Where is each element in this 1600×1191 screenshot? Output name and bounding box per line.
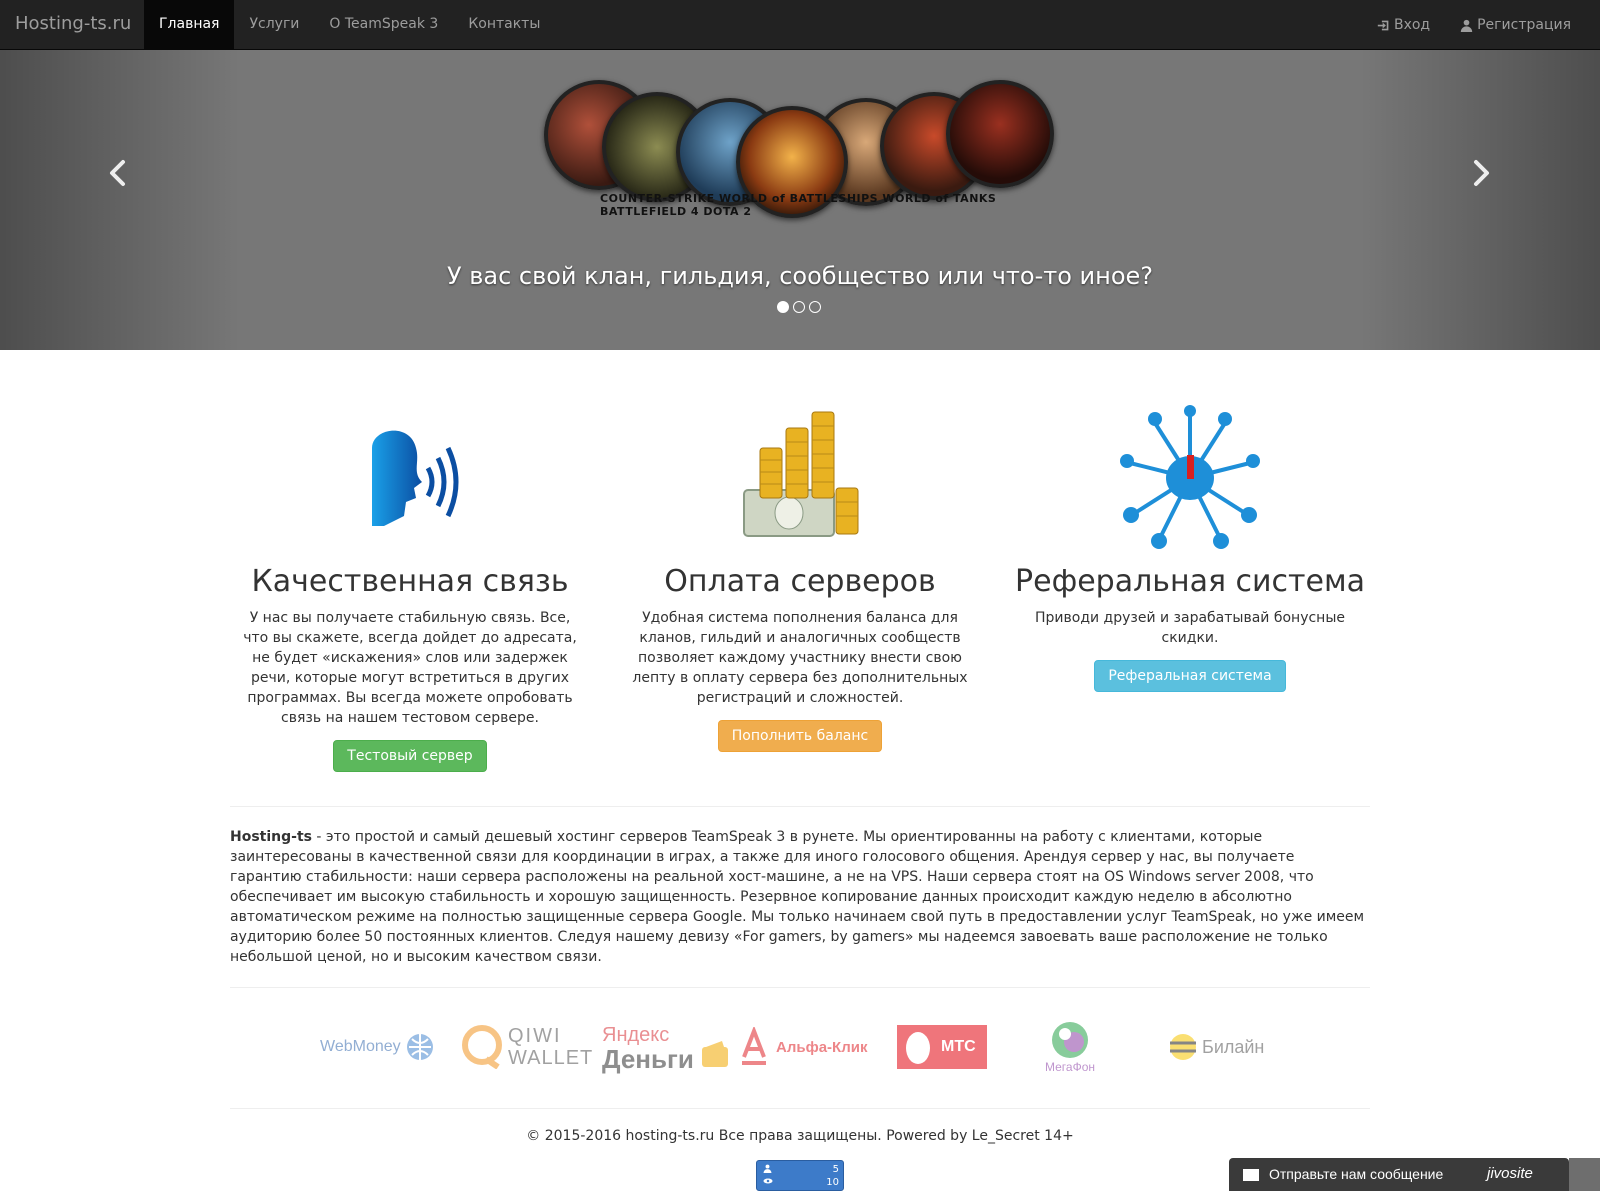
megafon-logo-icon (1052, 1022, 1088, 1058)
hero-carousel: COUNTER-STRIKE WORLD of BATTLESHIPS WORL… (0, 50, 1600, 350)
feature-text: У нас вы получаете стабильную связь. Все… (243, 610, 577, 726)
nav-item-about-teamspeak[interactable]: О TeamSpeak 3 (314, 0, 453, 50)
nav-item-home[interactable]: Главная (144, 0, 235, 50)
coins-money-icon (743, 411, 859, 537)
referral-system-button[interactable]: Реферальная система (1094, 660, 1286, 692)
top-up-balance-button[interactable]: Пополнить баланс (717, 720, 883, 752)
alfa-click-label: Альфа-Клик (776, 1038, 868, 1056)
games-strip-label: COUNTER-STRIKE WORLD of BATTLESHIPS WORL… (600, 192, 997, 218)
user-nav: Вход Регистрация (1362, 0, 1586, 50)
main-nav: Главная Услуги О TeamSpeak 3 Контакты (144, 0, 555, 50)
carousel-shade-left (0, 50, 240, 350)
jivosite-widget-edge (1569, 1158, 1600, 1191)
megafon-label: МегаФон (1045, 1060, 1096, 1074)
speaking-head-icon (372, 430, 459, 526)
divider-middle (230, 987, 1370, 988)
feature-title: Оплата серверов (664, 564, 936, 599)
feature-text: Удобная система пополнения баланса для к… (632, 610, 968, 706)
payment-yandex-money: Яндекс Деньги (602, 1012, 730, 1082)
qiwi-label-top: QIWI (508, 1025, 562, 1047)
views-count: 10 (826, 1177, 839, 1188)
user-icon (1460, 19, 1473, 32)
feature-title: Качественная связь (251, 564, 569, 599)
register-label: Регистрация (1477, 17, 1571, 33)
about-text: - это простой и самый дешевый хостинг се… (230, 829, 1365, 965)
payment-webmoney: WebMoney (320, 1012, 435, 1082)
nav-item-contacts[interactable]: Контакты (453, 0, 555, 50)
eye-icon (763, 1178, 773, 1184)
feature-quality-voice: Качественная связь У нас вы получаете ст… (230, 405, 590, 772)
webmoney-label: WebMoney (320, 1038, 401, 1055)
visitor-counter[interactable]: 5 10 (756, 1160, 844, 1191)
register-link[interactable]: Регистрация (1445, 0, 1586, 50)
test-server-button[interactable]: Тестовый сервер (333, 740, 487, 772)
about-paragraph: Hosting-ts - это простой и самый дешевый… (230, 827, 1370, 967)
carousel-shade-right (1360, 50, 1600, 350)
brand-link[interactable]: Hosting-ts.ru (15, 13, 131, 34)
alfa-bank-icon (742, 1027, 766, 1065)
login-label: Вход (1393, 17, 1431, 33)
beeline-logo-icon (1170, 1034, 1196, 1060)
mts-egg-icon (906, 1032, 930, 1064)
game-logos-banner: COUNTER-STRIKE WORLD of BATTLESHIPS WORL… (540, 70, 1060, 230)
footer-copyright: © 2015-2016 hosting-ts.ru Все права защи… (526, 1128, 1074, 1144)
payment-methods: WebMoney QIWI WALLET Яндекс Деньги Альфа… (320, 1012, 1280, 1082)
jivosite-logo: jivosite (1487, 1165, 1533, 1182)
payment-alfa-click: Альфа-Клик (740, 1012, 867, 1082)
nav-item-services[interactable]: Услуги (234, 0, 314, 50)
chevron-right-icon (1474, 160, 1489, 186)
login-link[interactable]: Вход (1362, 0, 1445, 50)
divider-bottom (230, 1108, 1370, 1109)
carousel-indicator-2[interactable] (793, 301, 805, 313)
carousel-indicators (777, 301, 821, 313)
login-icon (1377, 20, 1389, 30)
payment-megafon: МегаФон (1045, 1012, 1095, 1082)
yandex-wallet-icon (701, 1041, 728, 1067)
chat-prompt: Отправьте нам сообщение (1269, 1166, 1444, 1182)
feature-text: Приводи друзей и зарабатывай бонусные ск… (1034, 610, 1345, 646)
jivosite-chat-widget[interactable]: Отправьте нам сообщение jivosite (1229, 1158, 1569, 1191)
envelope-icon (1243, 1169, 1259, 1181)
mts-label: МТС (941, 1038, 976, 1055)
qiwi-label-bottom: WALLET (508, 1047, 594, 1069)
payment-beeline: Билайн (1168, 1012, 1264, 1082)
top-navbar: Hosting-ts.ru Главная Услуги О TeamSpeak… (0, 0, 1600, 50)
game-logo-dota-2 (946, 80, 1054, 188)
carousel-indicator-3[interactable] (809, 301, 821, 313)
carousel-next-button[interactable] (1466, 158, 1496, 188)
payment-mts: МТС (897, 1012, 987, 1082)
feature-title: Реферальная система (1015, 564, 1365, 599)
referral-network-icon (1120, 404, 1260, 549)
visitors-count: 5 (832, 1164, 839, 1175)
carousel-prev-button[interactable] (103, 158, 133, 188)
feature-server-payment: Оплата серверов Удобная система пополнен… (620, 405, 980, 752)
about-brand: Hosting-ts (230, 829, 312, 845)
carousel-indicator-1[interactable] (777, 301, 789, 313)
feature-referral: Реферальная система Приводи друзей и зар… (1010, 404, 1370, 692)
webmoney-globe-icon (406, 1034, 433, 1060)
user-icon (763, 1164, 772, 1173)
chevron-left-icon (110, 160, 125, 186)
beeline-label: Билайн (1202, 1036, 1265, 1057)
qiwi-logo-icon (462, 1025, 502, 1069)
mts-logo: МТС (897, 1025, 987, 1069)
carousel-caption: У вас свой клан, гильдия, сообщество или… (446, 262, 1154, 290)
divider-top (230, 806, 1370, 807)
yandex-label-bottom: Деньги (602, 1044, 694, 1074)
payment-qiwi: QIWI WALLET (460, 1012, 593, 1082)
